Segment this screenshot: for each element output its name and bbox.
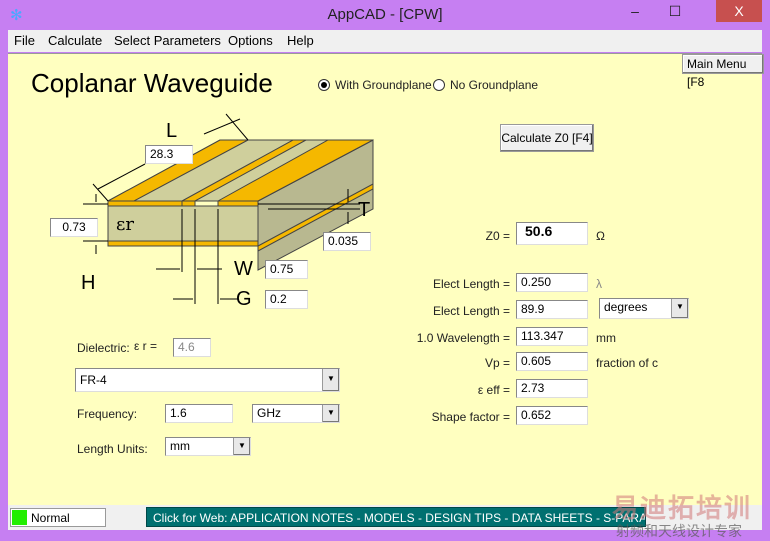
length-units-label: Length Units: [77, 442, 148, 456]
length-input[interactable]: 28.3 [145, 145, 193, 164]
angle-unit-select[interactable]: degrees ▼ [599, 298, 689, 319]
length-units-value: mm [170, 439, 190, 453]
thickness-input[interactable]: 0.035 [323, 232, 371, 251]
gap-input[interactable]: 0.2 [265, 290, 308, 309]
menu-file[interactable]: File [14, 33, 35, 48]
elect-length-deg-output: 89.9 [516, 300, 588, 319]
frequency-input[interactable]: 1.6 [165, 404, 233, 423]
cpw-diagram [83, 113, 374, 304]
frequency-unit-select[interactable]: GHz ▼ [252, 404, 340, 423]
height-label: H [81, 272, 96, 294]
web-link-banner[interactable]: Click for Web: APPLICATION NOTES - MODEL… [146, 507, 646, 527]
wavelength-unit: mm [596, 331, 616, 345]
er-label: ε r = [134, 339, 158, 353]
wavelength-output: 113.347 [516, 327, 588, 346]
menu-options[interactable]: Options [228, 33, 273, 48]
dielectric-label: Dielectric: [77, 341, 130, 355]
status-panel: Normal [10, 508, 106, 527]
menu-bar: File Calculate Select Parameters Options… [8, 30, 762, 52]
status-mode: Normal [31, 511, 70, 525]
window-title: AppCAD - [CPW] [327, 6, 443, 23]
title-bar: ✻ AppCAD - [CPW] – ☐ X [0, 0, 770, 30]
elect-length-deg-label: Elect Length = [432, 304, 510, 318]
vp-output: 0.605 [516, 352, 588, 371]
z0-output: 50.6 [516, 222, 588, 245]
elect-length-wl-output: 0.250 [516, 273, 588, 292]
angle-unit-value: degrees [604, 300, 648, 314]
elect-length-wl-label: Elect Length = [432, 277, 510, 291]
width-label: W [234, 258, 253, 280]
wavelength-label: 1.0 Wavelength = [416, 331, 510, 345]
chevron-down-icon[interactable]: ▼ [233, 438, 250, 455]
minimize-button[interactable]: – [620, 0, 650, 22]
main-menu-button[interactable]: Main Menu [F8 [682, 54, 764, 89]
chevron-down-icon[interactable]: ▼ [322, 369, 339, 391]
chevron-down-icon[interactable]: ▼ [671, 299, 688, 318]
menu-help[interactable]: Help [287, 33, 314, 48]
vp-label: Vp = [484, 356, 510, 370]
eeff-output: 2.73 [516, 379, 588, 398]
maximize-button[interactable]: ☐ [660, 0, 690, 22]
status-indicator-icon [12, 510, 27, 525]
watermark-tagline: 射频和天线设计专家 [616, 523, 742, 539]
chevron-down-icon[interactable]: ▼ [322, 405, 339, 422]
cpw-panel: Main Menu [F8 Coplanar Waveguide With Gr… [8, 53, 764, 505]
gap-label: G [236, 288, 252, 310]
length-units-select[interactable]: mm ▼ [165, 437, 251, 456]
dielectric-value: FR-4 [80, 373, 107, 387]
shape-factor-output: 0.652 [516, 406, 588, 425]
er-symbol: εr [116, 214, 134, 235]
lambda-unit: λ [596, 277, 602, 291]
length-label: L [166, 120, 178, 142]
menu-calculate[interactable]: Calculate [48, 33, 102, 48]
z0-unit: Ω [596, 229, 605, 243]
vp-unit: fraction of c [596, 356, 659, 370]
frequency-label: Frequency: [77, 407, 138, 421]
close-button[interactable]: X [716, 0, 762, 22]
dielectric-select[interactable]: FR-4 ▼ [75, 368, 340, 392]
eeff-label: ε eff = [477, 383, 510, 397]
thickness-label: T [358, 199, 371, 221]
height-input[interactable]: 0.73 [50, 218, 98, 237]
er-input[interactable]: 4.6 [173, 338, 211, 357]
no-groundplane-label: No Groundplane [450, 78, 539, 92]
width-input[interactable]: 0.75 [265, 260, 308, 279]
z0-label: Z0 = [485, 229, 510, 243]
radio-no-groundplane[interactable] [433, 79, 445, 91]
menu-select-parameters[interactable]: Select Parameters [114, 33, 221, 48]
watermark-logo: 易迪拓培训 [612, 493, 753, 523]
frequency-unit-value: GHz [257, 406, 281, 420]
calculate-z0-button[interactable]: Calculate Z0 [F4] [500, 124, 594, 152]
shape-factor-label: Shape factor = [431, 410, 510, 424]
